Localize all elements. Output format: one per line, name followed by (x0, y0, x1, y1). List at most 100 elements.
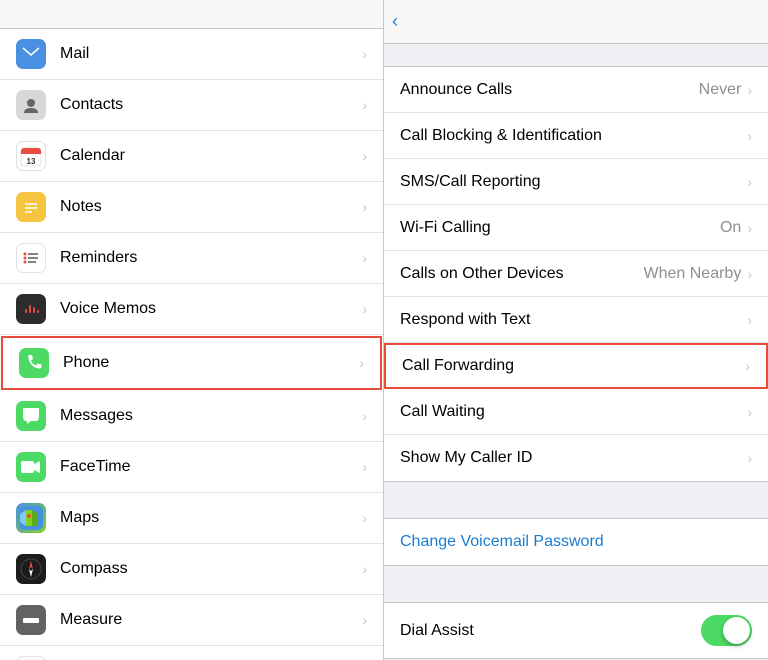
right-settings-list: Announce CallsNever›Call Blocking & Iden… (384, 66, 768, 482)
settings-item-show-caller-id[interactable]: Show My Caller ID› (384, 435, 768, 481)
chevron-right-icon: › (362, 561, 367, 577)
section-divider-2 (384, 566, 768, 602)
right-dial-assist-list: Dial Assist (384, 602, 768, 659)
left-settings-list: Mail›Contacts›13Calendar›Notes›Reminders… (0, 29, 383, 660)
chevron-right-icon: › (747, 82, 752, 98)
action-item-change-voicemail-password[interactable]: Change Voicemail Password (384, 519, 768, 565)
chevron-right-icon: › (747, 128, 752, 144)
sidebar-item-contacts[interactable]: Contacts› (0, 80, 383, 131)
sidebar-item-label-mail: Mail (60, 45, 362, 63)
sidebar-item-phone[interactable]: Phone› (1, 336, 382, 390)
settings-item-respond-with-text[interactable]: Respond with Text› (384, 297, 768, 343)
settings-item-call-forwarding[interactable]: Call Forwarding› (384, 343, 768, 389)
reminders-icon (16, 243, 46, 273)
sidebar-item-label-voicememos: Voice Memos (60, 300, 362, 318)
settings-item-dial-assist[interactable]: Dial Assist (384, 603, 768, 658)
right-header: ‹ (384, 0, 768, 44)
sidebar-item-label-messages: Messages (60, 407, 362, 425)
sidebar-item-messages[interactable]: Messages› (0, 391, 383, 442)
calls-section-header (384, 44, 768, 66)
maps-icon (16, 503, 46, 533)
sidebar-item-label-notes: Notes (60, 198, 362, 216)
section-divider (384, 482, 768, 518)
settings-item-label-call-waiting: Call Waiting (400, 403, 747, 421)
calendar-icon: 13 (16, 141, 46, 171)
chevron-right-icon: › (362, 97, 367, 113)
svg-text:13: 13 (27, 157, 36, 166)
settings-item-label-calls-other-devices: Calls on Other Devices (400, 265, 644, 283)
sidebar-item-label-reminders: Reminders (60, 249, 362, 267)
sidebar-item-label-phone: Phone (63, 354, 359, 372)
right-panel: ‹ Announce CallsNever›Call Blocking & Id… (384, 0, 768, 660)
chevron-right-icon: › (362, 148, 367, 164)
chevron-right-icon: › (747, 174, 752, 190)
back-button[interactable]: ‹ (392, 11, 400, 32)
sidebar-item-measure[interactable]: Measure› (0, 595, 383, 646)
settings-item-label-announce-calls: Announce Calls (400, 81, 699, 99)
sidebar-item-calendar[interactable]: 13 Calendar› (0, 131, 383, 182)
sidebar-item-compass[interactable]: Compass› (0, 544, 383, 595)
chevron-right-icon: › (359, 355, 364, 371)
settings-item-wifi-calling[interactable]: Wi-Fi CallingOn › (384, 205, 768, 251)
settings-item-announce-calls[interactable]: Announce CallsNever › (384, 67, 768, 113)
chevron-right-icon: › (362, 301, 367, 317)
safari-icon (16, 656, 46, 660)
messages-icon (16, 401, 46, 431)
mail-icon (16, 39, 46, 69)
chevron-right-icon: › (362, 408, 367, 424)
settings-item-value-calls-other-devices: When Nearby (644, 265, 742, 283)
chevron-right-icon: › (747, 450, 752, 466)
phone-icon (19, 348, 49, 378)
settings-item-call-blocking[interactable]: Call Blocking & Identification› (384, 113, 768, 159)
chevron-right-icon: › (747, 266, 752, 282)
dial-assist-toggle[interactable] (701, 615, 752, 646)
chevron-right-icon: › (745, 358, 750, 374)
right-action-list: Change Voicemail Password (384, 518, 768, 566)
chevron-right-icon: › (747, 220, 752, 236)
sidebar-item-reminders[interactable]: Reminders› (0, 233, 383, 284)
settings-item-sms-call-reporting[interactable]: SMS/Call Reporting› (384, 159, 768, 205)
compass-icon (16, 554, 46, 584)
chevron-right-icon: › (362, 459, 367, 475)
right-content: Announce CallsNever›Call Blocking & Iden… (384, 44, 768, 660)
settings-item-calls-other-devices[interactable]: Calls on Other DevicesWhen Nearby › (384, 251, 768, 297)
chevron-right-icon: › (362, 510, 367, 526)
sidebar-item-safari[interactable]: Safari› (0, 646, 383, 660)
settings-item-call-waiting[interactable]: Call Waiting› (384, 389, 768, 435)
chevron-right-icon: › (747, 312, 752, 328)
chevron-left-icon: ‹ (392, 11, 398, 32)
sidebar-item-notes[interactable]: Notes› (0, 182, 383, 233)
sidebar-item-label-measure: Measure (60, 611, 362, 629)
sidebar-item-voicememos[interactable]: Voice Memos› (0, 284, 383, 335)
sidebar-item-label-calendar: Calendar (60, 147, 362, 165)
notes-icon (16, 192, 46, 222)
sidebar-item-mail[interactable]: Mail› (0, 29, 383, 80)
chevron-right-icon: › (747, 404, 752, 420)
settings-item-label-call-forwarding: Call Forwarding (402, 357, 745, 375)
sidebar-item-facetime[interactable]: FaceTime› (0, 442, 383, 493)
chevron-right-icon: › (362, 199, 367, 215)
settings-item-label-sms-call-reporting: SMS/Call Reporting (400, 173, 747, 191)
settings-item-label-call-blocking: Call Blocking & Identification (400, 127, 747, 145)
settings-item-label-respond-with-text: Respond with Text (400, 311, 747, 329)
sidebar-item-label-maps: Maps (60, 509, 362, 527)
settings-item-label-show-caller-id: Show My Caller ID (400, 449, 747, 467)
measure-icon (16, 605, 46, 635)
sidebar-item-label-facetime: FaceTime (60, 458, 362, 476)
action-item-label-change-voicemail-password: Change Voicemail Password (400, 533, 752, 551)
settings-item-value-wifi-calling: On (720, 219, 741, 237)
sidebar-item-label-contacts: Contacts (60, 96, 362, 114)
chevron-right-icon: › (362, 250, 367, 266)
contacts-icon (16, 90, 46, 120)
settings-item-label-wifi-calling: Wi-Fi Calling (400, 219, 720, 237)
voicememos-icon (16, 294, 46, 324)
dial-assist-label: Dial Assist (400, 622, 701, 640)
facetime-icon (16, 452, 46, 482)
chevron-right-icon: › (362, 612, 367, 628)
sidebar-item-maps[interactable]: Maps› (0, 493, 383, 544)
chevron-right-icon: › (362, 46, 367, 62)
settings-item-value-announce-calls: Never (699, 81, 742, 99)
left-panel: Mail›Contacts›13Calendar›Notes›Reminders… (0, 0, 384, 660)
left-header (0, 0, 383, 29)
sidebar-item-label-compass: Compass (60, 560, 362, 578)
